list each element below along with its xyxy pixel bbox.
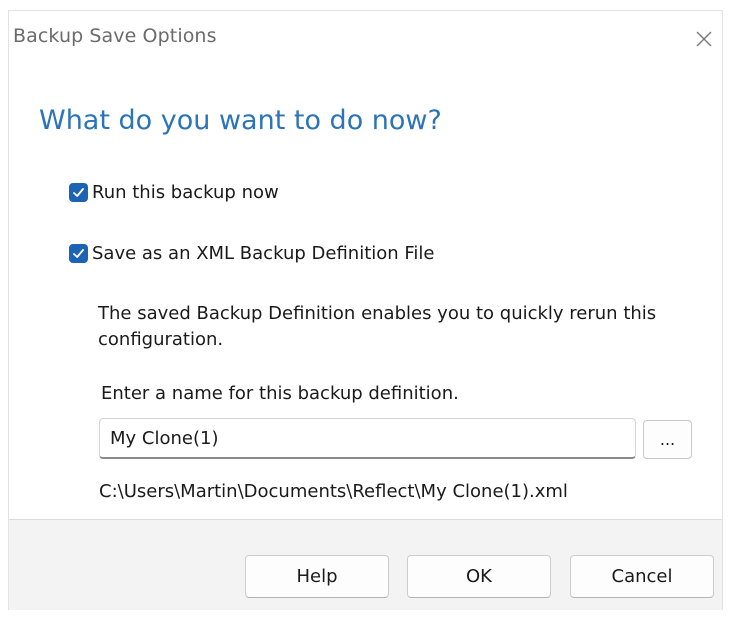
backup-name-input[interactable] xyxy=(99,418,636,459)
cancel-button[interactable]: Cancel xyxy=(570,555,714,598)
help-button[interactable]: Help xyxy=(245,555,389,598)
file-path: C:\Users\Martin\Documents\Reflect\My Clo… xyxy=(99,481,568,502)
backup-save-options-dialog: Backup Save Options What do you want to … xyxy=(8,10,723,610)
description-text: The saved Backup Definition enables you … xyxy=(98,303,657,350)
checkmark-icon[interactable] xyxy=(69,183,88,202)
run-now-label: Run this backup now xyxy=(92,182,279,203)
ok-button[interactable]: OK xyxy=(407,555,551,598)
save-xml-checkbox[interactable]: Save as an XML Backup Definition File xyxy=(69,243,435,264)
checkmark-icon[interactable] xyxy=(69,244,88,263)
close-icon[interactable] xyxy=(692,27,716,51)
name-prompt: Enter a name for this backup definition. xyxy=(101,383,459,404)
dialog-title: Backup Save Options xyxy=(13,25,217,47)
browse-button[interactable]: ... xyxy=(643,420,692,459)
page-heading: What do you want to do now? xyxy=(39,105,442,136)
button-bar: Help OK Cancel xyxy=(9,519,722,610)
save-xml-label: Save as an XML Backup Definition File xyxy=(92,243,435,264)
run-now-checkbox[interactable]: Run this backup now xyxy=(69,182,279,203)
